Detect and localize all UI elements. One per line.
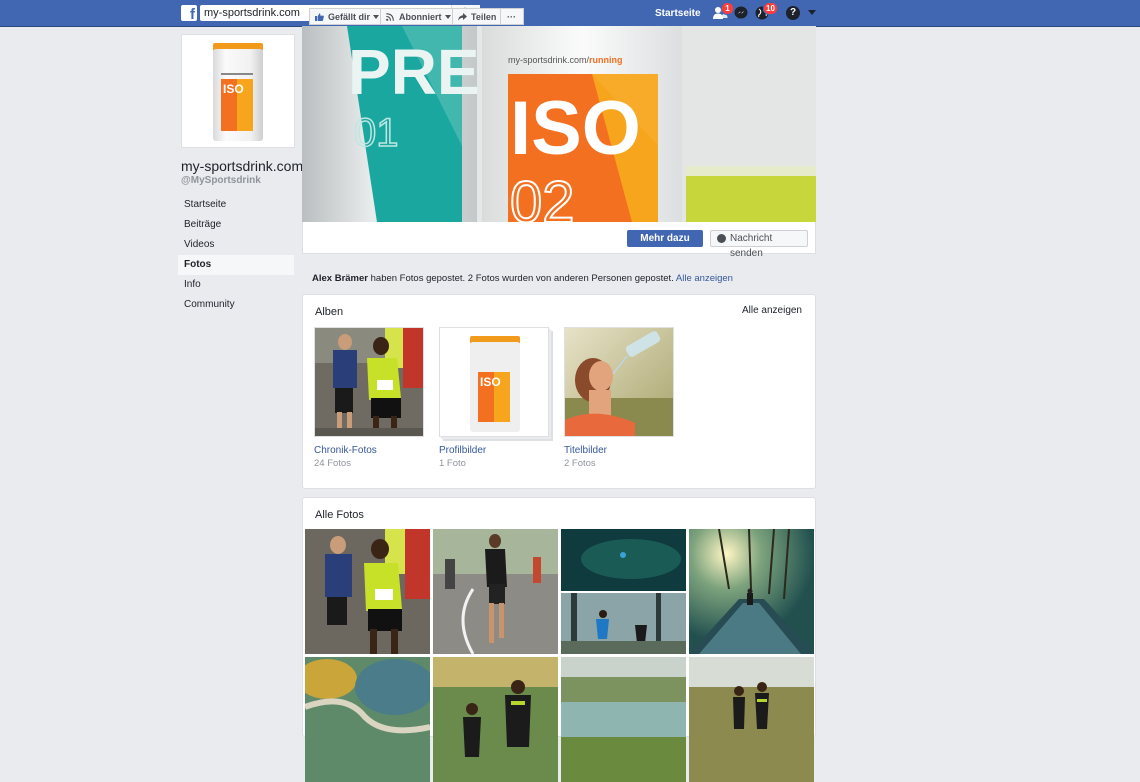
album-count: 1 Foto: [439, 458, 466, 469]
page-handle[interactable]: @MySportsdrink: [181, 175, 261, 186]
albums-see-all-link[interactable]: Alle anzeigen: [742, 305, 802, 316]
sportsdrink-can-image: ISO: [213, 43, 263, 141]
album-count: 24 Fotos: [314, 458, 351, 469]
share-arrow-icon: [458, 13, 467, 21]
woman-drinking-water-image: [565, 328, 673, 436]
album-count: 2 Fotos: [564, 458, 596, 469]
album-thumbnail[interactable]: [314, 327, 424, 437]
friend-requests-button[interactable]: 1: [712, 2, 734, 21]
more-options-button[interactable]: ···: [500, 8, 524, 25]
photo-thumbnail[interactable]: [561, 529, 686, 654]
leftnav-item-startseite[interactable]: Startseite: [178, 195, 294, 215]
leftnav-item-community[interactable]: Community: [178, 295, 294, 315]
page-name[interactable]: my-sportsdrink.com: [181, 158, 303, 174]
photo-thumbnail[interactable]: [305, 529, 430, 654]
photos-notice: Alex Brämer haben Fotos gepostet. 2 Foto…: [312, 273, 733, 284]
runners-road-race-image: [433, 529, 558, 654]
notice-see-all-link[interactable]: Alle anzeigen: [676, 273, 733, 284]
runners-countryside-image: [689, 657, 814, 782]
send-message-button[interactable]: Nachricht senden: [710, 230, 808, 259]
top-navigation-bar: f Startseite 1 10 ?: [0, 0, 1140, 27]
albums-title: Alben: [315, 306, 344, 318]
album-thumbnail[interactable]: ISO: [439, 327, 549, 437]
svg-text:ISO: ISO: [223, 82, 244, 96]
leftnav-item-beitraege[interactable]: Beiträge: [178, 215, 294, 235]
follow-chevron-down-icon: [444, 15, 451, 19]
notifications-button[interactable]: 10: [754, 2, 778, 21]
photo-thumbnail[interactable]: [433, 657, 558, 782]
svg-text:ISO: ISO: [510, 86, 641, 171]
thumbs-up-icon: [315, 13, 324, 21]
aerial-path-image: [305, 657, 430, 782]
like-button[interactable]: Gefällt dir: [309, 8, 381, 25]
sportsdrink-can-image: ISO: [440, 328, 548, 436]
album-name[interactable]: Chronik-Fotos: [314, 445, 426, 456]
runners-marathon-image: [315, 328, 423, 436]
page-left-navigation: Startseite Beiträge Videos Fotos Info Co…: [178, 195, 294, 315]
runners-marathon-image: [305, 529, 430, 654]
runner-bridge-sunlight-image: [689, 529, 814, 654]
album-name[interactable]: Titelbilder: [564, 445, 676, 456]
svg-text:01: 01: [354, 111, 399, 155]
photo-thumbnail[interactable]: [305, 657, 430, 782]
page-profile-picture[interactable]: ISO: [181, 34, 295, 148]
leftnav-item-fotos[interactable]: Fotos: [178, 255, 294, 275]
photo-thumbnail[interactable]: [433, 529, 558, 654]
messenger-icon: [734, 6, 748, 19]
notice-author[interactable]: Alex Brämer: [312, 273, 368, 284]
trail-runners-forest-image: [561, 529, 686, 654]
svg-text:ISO: ISO: [480, 375, 501, 389]
home-link[interactable]: Startseite: [655, 8, 701, 19]
notifications-badge: 10: [763, 2, 778, 15]
messenger-icon: [717, 234, 726, 243]
leftnav-item-videos[interactable]: Videos: [178, 235, 294, 255]
svg-text:02: 02: [510, 170, 575, 222]
svg-text:my-sportsdrink.com/running: my-sportsdrink.com/running: [508, 55, 623, 65]
account-menu-chevron-down-icon[interactable]: [808, 10, 816, 15]
cover-photo-image: PRE 01 my-sportsdrink.com/running ISO 02: [302, 26, 816, 222]
photo-thumbnail[interactable]: [561, 657, 686, 782]
share-button[interactable]: Teilen: [452, 8, 501, 25]
album-chronik-fotos[interactable]: Chronik-Fotos 24 Fotos: [314, 327, 426, 469]
learn-more-button[interactable]: Mehr dazu: [627, 230, 703, 247]
album-profilbilder[interactable]: ISO Profilbilder 1 Foto: [439, 327, 551, 469]
help-button[interactable]: ?: [786, 6, 800, 20]
album-thumbnail[interactable]: [564, 327, 674, 437]
svg-text:PRE: PRE: [348, 36, 480, 108]
albums-card: Alben Alle anzeigen Chronik-Fotos 24 Fot…: [302, 294, 816, 489]
all-photos-card: Alle Fotos: [302, 497, 816, 782]
lake-landscape-image: [561, 657, 686, 782]
album-titelbilder[interactable]: Titelbilder 2 Fotos: [564, 327, 676, 469]
cover-photo[interactable]: PRE 01 my-sportsdrink.com/running ISO 02: [302, 26, 816, 222]
leftnav-item-info[interactable]: Info: [178, 275, 294, 295]
all-photos-title: Alle Fotos: [315, 509, 364, 521]
runners-forest-path-image: [433, 657, 558, 782]
messenger-button[interactable]: [733, 5, 749, 21]
photo-thumbnail[interactable]: [689, 657, 814, 782]
album-name[interactable]: Profilbilder: [439, 445, 551, 456]
photo-thumbnail[interactable]: [689, 529, 814, 654]
rss-follow-icon: [386, 13, 394, 21]
follow-button[interactable]: Abonniert: [380, 8, 453, 25]
facebook-logo-icon[interactable]: f: [181, 5, 197, 23]
like-chevron-down-icon: [373, 15, 380, 19]
